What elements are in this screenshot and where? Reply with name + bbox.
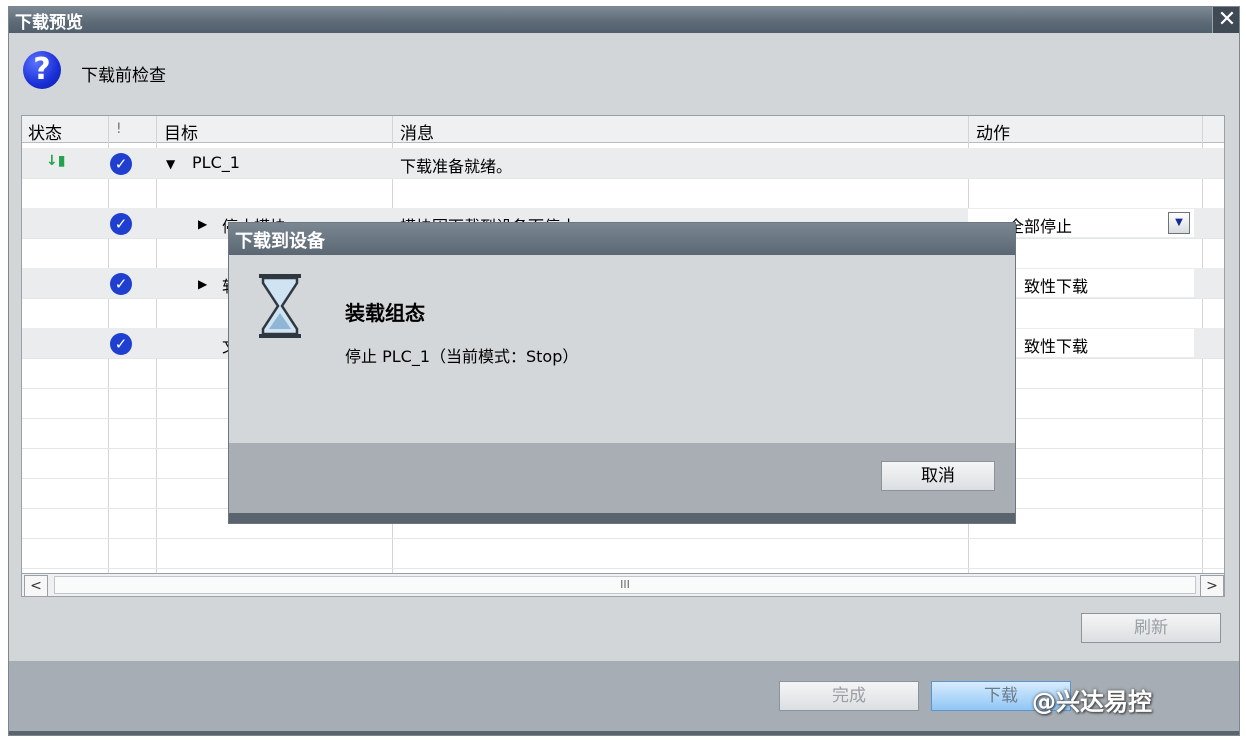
dialog-body: 装载组态 停止 PLC_1（当前模式：Stop） (229, 255, 1015, 443)
expand-right-icon[interactable]: ▶ (198, 277, 207, 291)
col-message[interactable]: 消息 (400, 119, 434, 144)
scroll-thumb[interactable]: III (54, 576, 1196, 594)
row-target: PLC_1 (192, 153, 240, 172)
watermark: @兴达易控 (1032, 688, 1152, 716)
dialog-title-bar: 下载到设备 (229, 223, 1015, 255)
window-title: 下载预览 (15, 13, 83, 33)
col-status[interactable]: 状态 (28, 119, 62, 144)
dialog-heading: 装载组态 (345, 301, 425, 325)
table-row (22, 178, 1224, 209)
table-header: 状态 ! 目标 消息 动作 (22, 116, 1224, 144)
header-text: 下载前检查 (81, 66, 166, 86)
check-icon: ✓ (110, 273, 132, 295)
col-alert[interactable]: ! (116, 121, 122, 137)
scroll-right-icon[interactable]: > (1200, 575, 1224, 597)
row-message: 下载准备就绪。 (400, 157, 513, 176)
scroll-left-icon[interactable]: < (24, 575, 48, 597)
table-row[interactable]: ↓▮ ✓ ▼ PLC_1 下载准备就绪。 (22, 148, 1224, 179)
finish-button[interactable]: 完成 (779, 681, 919, 711)
horizontal-scrollbar[interactable]: < III > (21, 573, 1225, 597)
cancel-button[interactable]: 取消 (881, 461, 995, 491)
refresh-button[interactable]: 刷新 (1081, 613, 1221, 643)
dialog-message: 停止 PLC_1（当前模式：Stop） (345, 347, 579, 366)
col-action[interactable]: 动作 (976, 119, 1010, 144)
close-icon: ✕ (1217, 7, 1237, 32)
title-bar: 下载预览 ✕ (9, 7, 1239, 33)
question-icon: ? (23, 51, 61, 89)
check-icon: ✓ (110, 153, 132, 175)
action-value: 致性下载 (1024, 277, 1089, 296)
action-value: 致性下载 (1024, 337, 1089, 356)
check-icon: ✓ (110, 213, 132, 235)
expand-down-icon[interactable]: ▼ (166, 157, 175, 171)
hourglass-icon (259, 274, 301, 338)
dropdown-arrow-icon[interactable]: ▼ (1168, 212, 1190, 234)
dialog-footer: 取消 (229, 443, 1015, 513)
download-status-icon: ↓▮ (46, 153, 66, 169)
col-target[interactable]: 目标 (164, 119, 198, 144)
action-value: 全部停止 (1008, 217, 1073, 236)
expand-right-icon[interactable]: ▶ (198, 217, 207, 231)
close-button[interactable]: ✕ (1212, 7, 1239, 33)
dialog-title: 下载到设备 (235, 231, 325, 252)
check-icon: ✓ (110, 333, 132, 355)
download-to-device-dialog: 下载到设备 装载组态 停止 PLC_1（当前模式：Stop） 取消 (228, 222, 1016, 524)
